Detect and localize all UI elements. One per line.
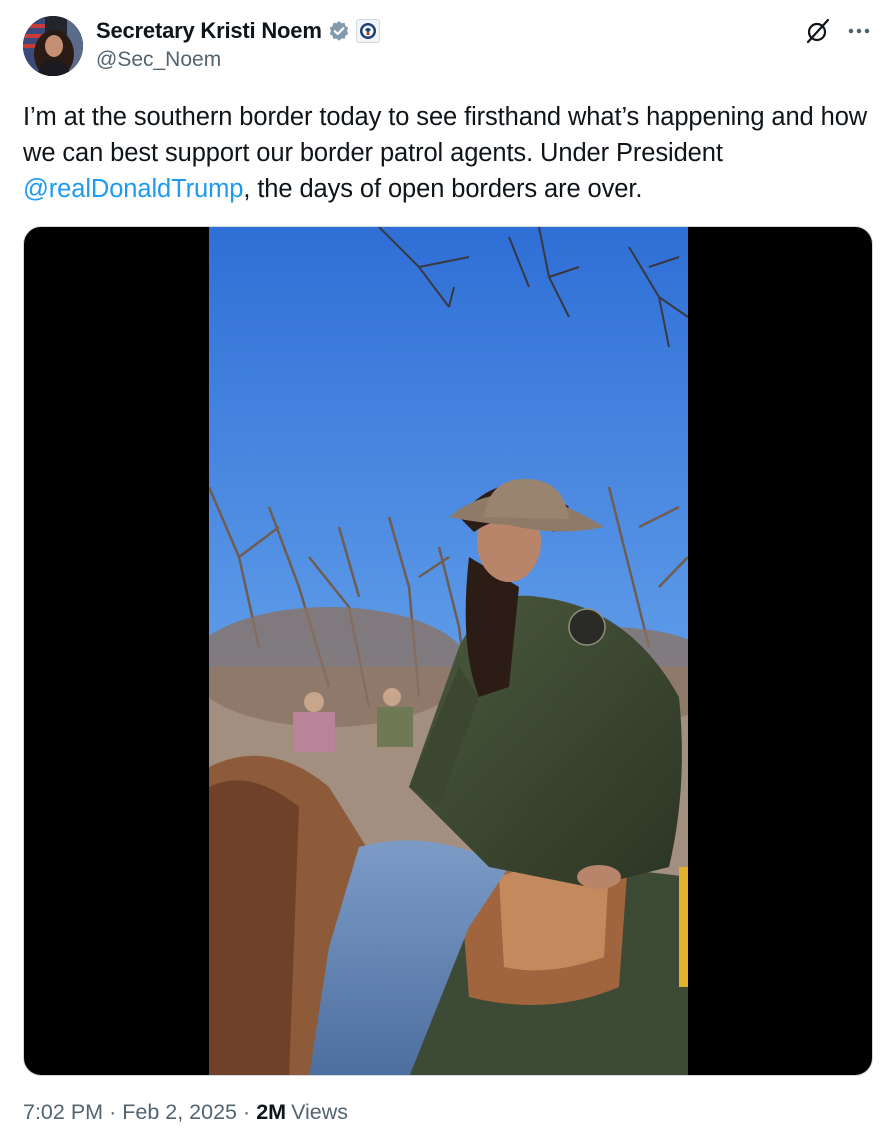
meta-separator: · [243, 1100, 251, 1124]
tweet-text: I’m at the southern border today to see … [23, 99, 873, 207]
author-handle[interactable]: @Sec_Noem [96, 48, 221, 72]
views-count: 2M [256, 1100, 287, 1124]
video-frame [209, 227, 688, 1075]
author-name-row: Secretary Kristi Noem [96, 17, 380, 45]
tweet-meta: 7:02 PM · Feb 2, 2025 · 2M Views [23, 1100, 348, 1125]
post-time[interactable]: 7:02 PM [23, 1100, 103, 1125]
verified-badge-icon[interactable] [328, 20, 350, 42]
dhs-seal-icon[interactable] [355, 19, 380, 43]
views-label: Views [291, 1100, 349, 1124]
grok-button[interactable] [803, 16, 833, 46]
post-date[interactable]: Feb 2, 2025 [122, 1100, 237, 1125]
more-options-icon [848, 28, 870, 34]
meta-separator: · [109, 1100, 117, 1124]
grok-icon [806, 18, 830, 44]
tweet: Secretary Kristi Noem @Sec_Noem I’m at t… [0, 0, 896, 1144]
author-display-name[interactable]: Secretary Kristi Noem [96, 18, 322, 44]
tweet-text-part-2: , the days of open borders are over. [243, 175, 643, 203]
more-options-button[interactable] [842, 16, 876, 46]
tweet-text-part-1: I’m at the southern border today to see … [23, 103, 868, 167]
author-avatar[interactable] [23, 16, 83, 76]
mention-link[interactable]: @realDonaldTrump [23, 175, 243, 203]
avatar-photo [23, 16, 83, 76]
video-player[interactable] [23, 226, 873, 1076]
